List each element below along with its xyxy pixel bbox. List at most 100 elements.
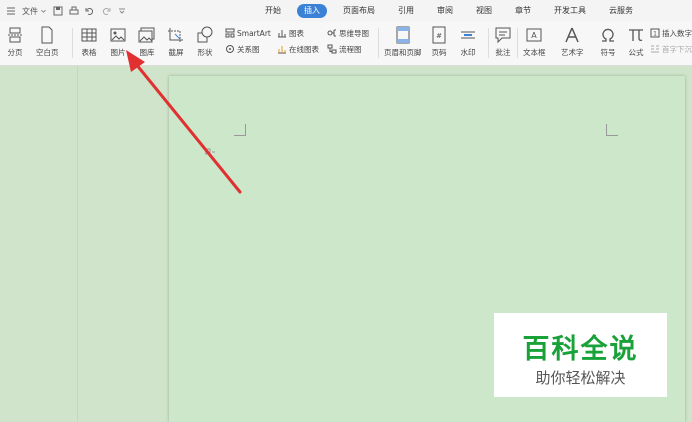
blank-page-label: 空白页 [36,48,59,57]
table-icon [80,26,98,44]
gallery-label: 图库 [139,48,155,57]
wordart-button[interactable]: 艺术字 [561,24,584,62]
omega-symbol-icon [599,26,617,44]
svg-text:1: 1 [653,31,657,38]
menu-bar: 文件 开始 插入 页面布局 引用 审阅 视图 章节 开发工具 云服务 [0,0,692,22]
comment-button[interactable]: 批注 [494,24,512,62]
watermark-button[interactable]: 水印 [459,24,477,62]
page-break-icon [6,26,24,44]
redo-icon[interactable] [101,6,111,16]
online-chart-button[interactable]: 在线图表 [277,43,319,55]
tab-section[interactable]: 章节 [508,4,538,18]
comment-label: 批注 [495,48,511,57]
undo-icon[interactable] [85,6,95,16]
insert-ribbon: 分页 空白页 表格 图片 图库 截屏 形状 SmartArt 关系图 图表 在线… [0,22,692,66]
tab-review[interactable]: 审阅 [430,4,460,18]
picture-button[interactable]: 图片 [109,24,127,62]
margin-corner-top-left [234,124,246,136]
shape-icon [196,26,214,44]
quick-access-toolbar: 文件 [6,4,127,18]
ribbon-separator [378,28,379,58]
blank-page-button[interactable]: 空白页 [36,24,59,62]
page-number-icon: # [430,26,448,44]
screenshot-icon [167,26,185,44]
navigation-pane [0,66,78,422]
tab-developer[interactable]: 开发工具 [547,4,593,18]
insert-number-button[interactable]: 1 插入数字 [650,27,692,39]
page-break-button[interactable]: 分页 [6,24,24,62]
ribbon-separator [72,28,73,58]
textbox-label: 文本框 [523,48,546,57]
gallery-button[interactable]: 图库 [138,24,156,62]
file-menu-label: 文件 [22,6,38,16]
textbox-icon: A [525,26,543,44]
picture-label: 图片 [110,48,126,57]
mindmap-label: 思维导图 [339,28,369,38]
smartart-button[interactable]: SmartArt [225,27,271,39]
tab-references[interactable]: 引用 [391,4,421,18]
gallery-icon [138,26,156,44]
insert-number-label: 插入数字 [662,28,692,38]
symbol-button[interactable]: 符号 [599,24,617,62]
text-cursor-marker-icon [205,148,215,155]
tab-cloud[interactable]: 云服务 [602,4,640,18]
flowchart-label: 流程图 [339,44,362,54]
wordart-label: 艺术字 [561,48,584,57]
first-letter-sink-label: 首字下沉 [662,44,692,54]
mindmap-button[interactable]: 思维导图 [327,27,369,39]
flowchart-icon [327,44,337,54]
smartart-label: SmartArt [237,28,271,38]
smartart-icon [225,28,235,38]
pi-formula-icon [627,26,645,44]
relation-chart-icon [226,45,234,53]
relation-chart-button[interactable]: 关系图 [225,43,260,55]
online-chart-label: 在线图表 [289,44,319,54]
chart-button[interactable]: 图表 [277,27,304,39]
comment-icon [494,26,512,44]
relation-chart-label: 关系图 [237,44,260,54]
mindmap-icon [327,29,336,37]
symbol-label: 符号 [600,48,616,57]
formula-button[interactable]: 公式 [627,24,645,62]
tab-insert[interactable]: 插入 [297,4,327,18]
shape-button[interactable]: 形状 [196,24,214,62]
table-label: 表格 [81,48,97,57]
tab-view[interactable]: 视图 [469,4,499,18]
wordart-icon [563,26,581,44]
table-button[interactable]: 表格 [80,24,98,62]
ribbon-separator [517,28,518,58]
watermark-title: 百科全说 [522,334,639,365]
svg-text:#: # [436,32,442,40]
header-footer-label: 页眉和页脚 [384,48,422,57]
tab-home[interactable]: 开始 [258,4,288,18]
page-number-label: 页码 [431,48,447,57]
textbox-button[interactable]: A 文本框 [523,24,546,62]
blank-page-icon [38,26,56,44]
page-break-label: 分页 [7,48,23,57]
header-footer-button[interactable]: 页眉和页脚 [384,24,422,62]
print-icon[interactable] [69,6,79,16]
customize-dropdown-icon[interactable] [117,6,127,16]
flowchart-button[interactable]: 流程图 [327,43,362,55]
watermark-subtitle: 助你轻松解决 [535,369,626,387]
watermark-label: 水印 [460,48,476,57]
tab-page-layout[interactable]: 页面布局 [336,4,382,18]
screenshot-label: 截屏 [168,48,184,57]
site-watermark: 百科全说 助你轻松解决 [494,313,667,397]
bar-chart-icon [278,30,286,38]
page-number-button[interactable]: # 页码 [430,24,448,62]
formula-label: 公式 [628,48,644,57]
chevron-down-icon [41,9,46,13]
online-chart-icon [278,46,286,54]
hamburger-menu-icon[interactable] [6,6,16,16]
screenshot-button[interactable]: 截屏 [167,24,185,62]
insert-number-icon: 1 [650,28,660,38]
ribbon-separator [488,28,489,58]
first-letter-sink-button[interactable]: 首字下沉 [650,43,692,55]
drop-cap-icon [651,45,659,53]
file-menu[interactable]: 文件 [22,6,47,17]
watermark-icon [459,26,477,44]
shape-label: 形状 [197,48,213,57]
svg-text:A: A [532,31,538,40]
save-icon[interactable] [53,6,63,16]
